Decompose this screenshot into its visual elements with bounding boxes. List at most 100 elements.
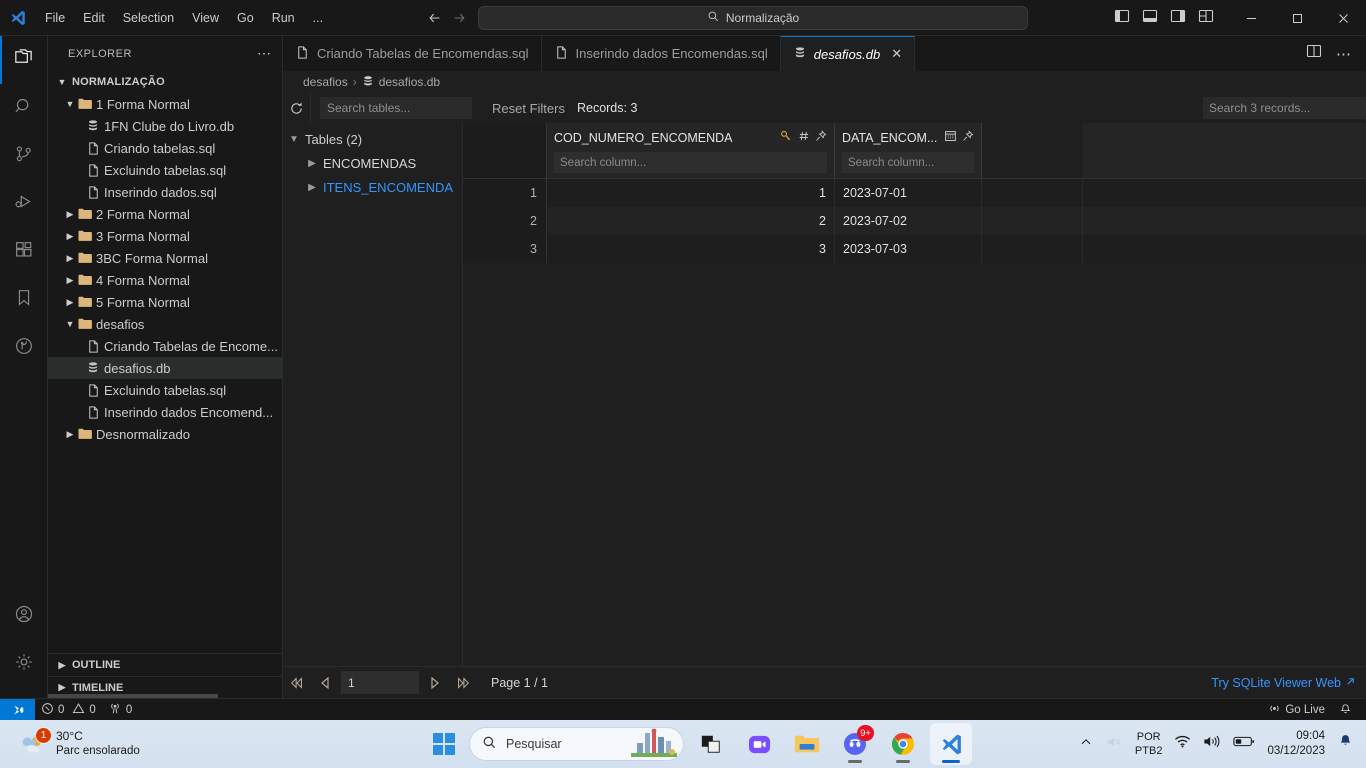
page-number-input[interactable]: 1 bbox=[341, 671, 419, 694]
taskbar-app-file-explorer[interactable] bbox=[786, 723, 828, 765]
close-icon[interactable]: ✕ bbox=[891, 46, 902, 62]
notification-bell-icon[interactable] bbox=[1337, 733, 1354, 755]
wifi-icon[interactable] bbox=[1174, 734, 1191, 754]
activity-accounts[interactable] bbox=[0, 592, 48, 640]
column-filter-input[interactable]: Search column... bbox=[842, 152, 974, 173]
column-header-data-encomenda[interactable]: DATA_ENCOM... Search column... bbox=[835, 123, 982, 178]
table-cell[interactable]: 2023-07-02 bbox=[835, 207, 982, 235]
volume-icon[interactable] bbox=[1203, 734, 1221, 754]
tree-item[interactable]: ▶ Desnormalizado bbox=[48, 423, 282, 445]
taskbar-app-vscode[interactable] bbox=[930, 723, 972, 765]
editor-tab[interactable]: Criando Tabelas de Encomendas.sql bbox=[283, 36, 542, 71]
table-row[interactable]: 3 3 2023-07-03 bbox=[463, 235, 1366, 263]
breadcrumb-file[interactable]: desafios.db bbox=[379, 75, 440, 89]
breadcrumb-folder[interactable]: desafios bbox=[303, 75, 348, 89]
tree-item[interactable]: ▶Excluindo tabelas.sql bbox=[48, 379, 282, 401]
search-tables-input[interactable]: Search tables... bbox=[320, 97, 472, 119]
tables-group-header[interactable]: ▼ Tables (2) bbox=[283, 127, 462, 151]
mic-muted-icon[interactable] bbox=[1105, 734, 1123, 755]
ports-status[interactable]: 0 bbox=[102, 699, 138, 721]
activity-settings[interactable] bbox=[0, 640, 48, 688]
taskbar-app-teams[interactable] bbox=[738, 723, 780, 765]
last-page-button[interactable] bbox=[449, 676, 477, 690]
battery-icon[interactable] bbox=[1233, 735, 1255, 753]
taskbar-weather-widget[interactable]: 1 30°C Parc ensolarado bbox=[0, 727, 140, 759]
problems-status[interactable]: 0 0 bbox=[35, 699, 102, 721]
clock[interactable]: 09:04 03/12/2023 bbox=[1267, 729, 1325, 759]
taskbar-app-task-view[interactable] bbox=[690, 723, 732, 765]
table-cell[interactable] bbox=[982, 235, 1083, 263]
tree-item[interactable]: ▶Criando tabelas.sql bbox=[48, 137, 282, 159]
next-page-button[interactable] bbox=[421, 676, 449, 690]
go-live-button[interactable]: Go Live bbox=[1262, 699, 1331, 721]
menu-run[interactable]: Run bbox=[264, 8, 303, 28]
table-cell[interactable]: 3 bbox=[547, 235, 835, 263]
column-filter-input[interactable]: Search column... bbox=[554, 152, 827, 173]
menu-edit[interactable]: Edit bbox=[75, 8, 113, 28]
table-cell[interactable]: 2023-07-03 bbox=[835, 235, 982, 263]
table-cell[interactable]: 2023-07-01 bbox=[835, 179, 982, 207]
tree-item[interactable]: ▶Criando Tabelas de Encome... bbox=[48, 335, 282, 357]
first-page-button[interactable] bbox=[283, 676, 311, 690]
activity-search[interactable] bbox=[0, 84, 48, 132]
tree-item[interactable]: ▶Inserindo dados.sql bbox=[48, 181, 282, 203]
tree-item[interactable]: ▶Excluindo tabelas.sql bbox=[48, 159, 282, 181]
reset-filters-button[interactable]: Reset Filters bbox=[492, 93, 565, 123]
tree-item[interactable]: ▶1FN Clube do Livro.db bbox=[48, 115, 282, 137]
minimize-button[interactable] bbox=[1228, 0, 1274, 36]
split-editor-icon[interactable] bbox=[1306, 43, 1322, 64]
search-records-input[interactable]: Search 3 records... bbox=[1203, 97, 1366, 119]
close-button[interactable] bbox=[1320, 0, 1366, 36]
tree-item[interactable]: ▶ 4 Forma Normal bbox=[48, 269, 282, 291]
windows-start-icon[interactable] bbox=[425, 724, 463, 764]
tree-item[interactable]: ▶Inserindo dados Encomend... bbox=[48, 401, 282, 423]
try-sqlite-viewer-web-link[interactable]: Try SQLite Viewer Web bbox=[1211, 676, 1356, 690]
menu-file[interactable]: File bbox=[37, 8, 73, 28]
tree-item[interactable]: ▶ 3 Forma Normal bbox=[48, 225, 282, 247]
tree-item[interactable]: ▶desafios.db bbox=[48, 357, 282, 379]
tree-item[interactable]: ▼ 1 Forma Normal bbox=[48, 93, 282, 115]
table-cell[interactable]: 1 bbox=[547, 179, 835, 207]
menu-view[interactable]: View bbox=[184, 8, 227, 28]
pin-icon[interactable] bbox=[815, 129, 827, 147]
prev-page-button[interactable] bbox=[311, 676, 339, 690]
table-item-encomendas[interactable]: ▶ ENCOMENDAS bbox=[283, 151, 462, 175]
editor-more-actions-icon[interactable]: ⋯ bbox=[1336, 45, 1352, 63]
menu-selection[interactable]: Selection bbox=[115, 8, 182, 28]
go-back-icon[interactable] bbox=[424, 7, 446, 29]
go-forward-icon[interactable] bbox=[448, 7, 470, 29]
activity-explorer[interactable] bbox=[0, 36, 48, 84]
editor-tab[interactable]: desafios.db ✕ bbox=[780, 36, 916, 71]
explorer-root-folder[interactable]: ▼ NORMALIZAÇÃO bbox=[48, 71, 282, 93]
tree-item[interactable]: ▶ 3BC Forma Normal bbox=[48, 247, 282, 269]
activity-extensions[interactable] bbox=[0, 228, 48, 276]
maximize-button[interactable] bbox=[1274, 0, 1320, 36]
table-row[interactable]: 1 1 2023-07-01 bbox=[463, 179, 1366, 207]
tree-item[interactable]: ▶ 5 Forma Normal bbox=[48, 291, 282, 313]
tree-item[interactable]: ▶ 2 Forma Normal bbox=[48, 203, 282, 225]
chevron-up-icon[interactable] bbox=[1079, 735, 1093, 754]
menu-go[interactable]: Go bbox=[229, 8, 262, 28]
notifications-bell-icon[interactable] bbox=[1333, 699, 1358, 721]
ellipsis-icon[interactable]: ⋯ bbox=[257, 45, 272, 62]
toggle-secondary-sidebar-icon[interactable] bbox=[1170, 8, 1186, 29]
taskbar-app-chrome[interactable] bbox=[882, 723, 924, 765]
menu-more[interactable]: ... bbox=[305, 8, 331, 28]
taskbar-app-discord[interactable]: 9+ bbox=[834, 723, 876, 765]
table-cell[interactable] bbox=[982, 207, 1083, 235]
editor-tab[interactable]: Inserindo dados Encomendas.sql bbox=[541, 36, 781, 71]
activity-source-control[interactable] bbox=[0, 132, 48, 180]
input-language-indicator[interactable]: POR PTB2 bbox=[1135, 730, 1163, 758]
column-header-cod-numero-encomenda[interactable]: COD_NUMERO_ENCOMENDA Search column... bbox=[547, 123, 835, 178]
activity-bookmarks[interactable] bbox=[0, 276, 48, 324]
command-center[interactable]: Normalização bbox=[478, 5, 1029, 30]
table-item-itens-encomenda[interactable]: ▶ ITENS_ENCOMENDA bbox=[283, 175, 462, 199]
activity-git-graph[interactable] bbox=[0, 324, 48, 372]
table-row[interactable]: 2 2 2023-07-02 bbox=[463, 207, 1366, 235]
customize-layout-icon[interactable] bbox=[1198, 8, 1214, 29]
table-cell[interactable] bbox=[982, 179, 1083, 207]
toggle-primary-sidebar-icon[interactable] bbox=[1114, 8, 1130, 29]
pin-icon[interactable] bbox=[962, 129, 974, 147]
table-cell[interactable]: 2 bbox=[547, 207, 835, 235]
toggle-panel-icon[interactable] bbox=[1142, 8, 1158, 29]
